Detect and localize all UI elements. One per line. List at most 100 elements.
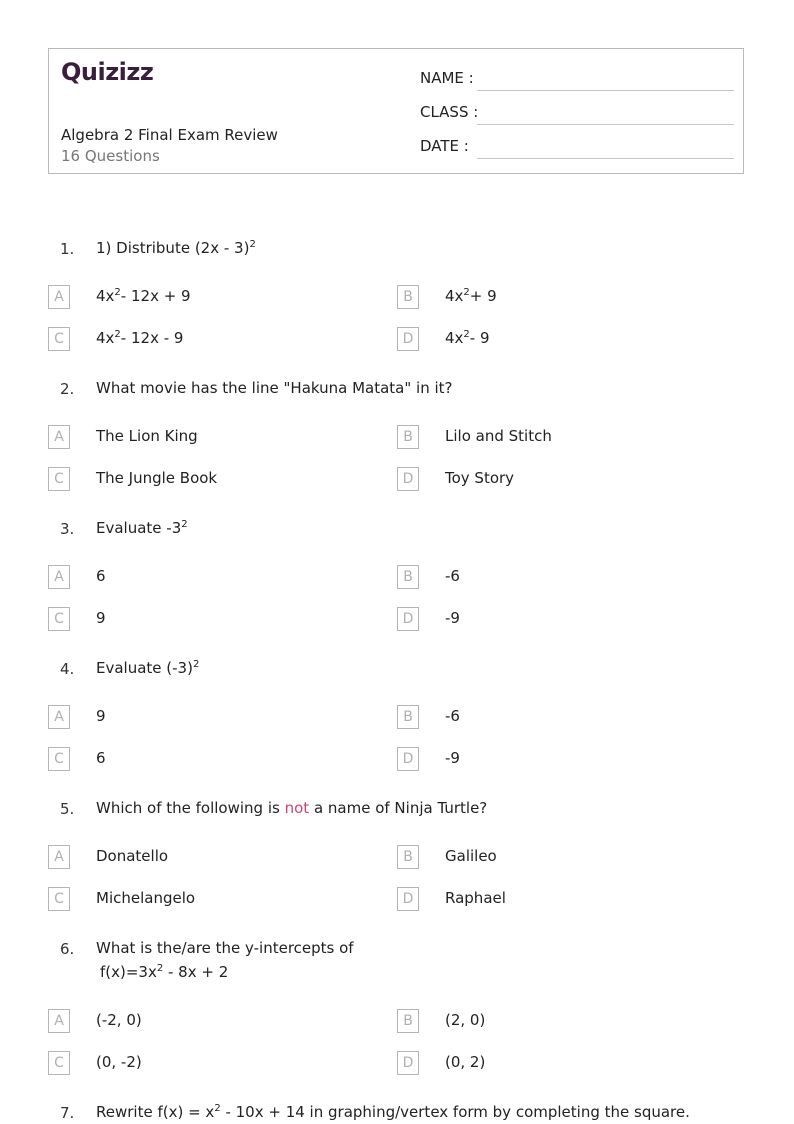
option-letter-box[interactable]: C <box>48 467 70 491</box>
date-input-line[interactable] <box>477 158 734 159</box>
option-letter-box[interactable]: D <box>397 327 419 351</box>
option-letter-box[interactable]: D <box>397 607 419 631</box>
option-text: -6 <box>445 707 460 725</box>
option-text: Michelangelo <box>96 889 195 907</box>
option-text: 9 <box>96 707 106 725</box>
option-text: (0, -2) <box>96 1053 142 1071</box>
name-field[interactable]: NAME : <box>420 67 734 91</box>
text-segment: Lilo and Stitch <box>445 427 552 445</box>
option-text: (-2, 0) <box>96 1011 142 1029</box>
option-letter-box[interactable]: B <box>397 425 419 449</box>
text-segment: a name of Ninja Turtle? <box>309 799 488 817</box>
option-letter-box[interactable]: D <box>397 467 419 491</box>
option-text: Raphael <box>445 889 506 907</box>
option-text: Donatello <box>96 847 168 865</box>
text-segment: (2, 0) <box>445 1011 486 1029</box>
option-letter-box[interactable]: B <box>397 845 419 869</box>
option-text: 6 <box>96 749 106 767</box>
option-letter-box[interactable]: D <box>397 887 419 911</box>
option-text: The Jungle Book <box>96 469 217 487</box>
option-letter-box[interactable]: A <box>48 565 70 589</box>
text-segment: - 8x + 2 <box>163 963 229 981</box>
class-input-line[interactable] <box>477 124 734 125</box>
option-letter-box[interactable]: B <box>397 705 419 729</box>
option-letter-box[interactable]: A <box>48 425 70 449</box>
question-text: Which of the following is not a name of … <box>96 796 487 820</box>
option-text: 4x2- 9 <box>445 329 490 347</box>
emphasis-text: not <box>284 799 310 817</box>
option-letter-box[interactable]: B <box>397 1009 419 1033</box>
name-input-line[interactable] <box>477 90 734 91</box>
class-field[interactable]: CLASS : <box>420 101 734 125</box>
text-segment: 4x <box>96 329 115 347</box>
option-letter-box[interactable]: D <box>397 1051 419 1075</box>
text-segment: -9 <box>445 609 460 627</box>
option-letter-box[interactable]: A <box>48 705 70 729</box>
question-number: 2. <box>60 380 75 398</box>
text-segment: The Jungle Book <box>96 469 218 487</box>
text-segment: Donatello <box>96 847 169 865</box>
date-label: DATE : <box>420 137 469 155</box>
option-text: 4x2+ 9 <box>445 287 497 305</box>
class-label: CLASS : <box>420 103 479 121</box>
text-segment: -9 <box>445 749 460 767</box>
superscript: 2 <box>181 519 188 530</box>
text-segment: Rewrite f(x) = x <box>96 1103 215 1121</box>
option-letter-box[interactable]: A <box>48 285 70 309</box>
text-segment: (-2, 0) <box>96 1011 142 1029</box>
text-segment: Evaluate -3 <box>96 519 182 537</box>
text-segment: 6 <box>96 567 106 585</box>
question-number: 3. <box>60 520 75 538</box>
text-segment: - 9 <box>469 329 490 347</box>
option-letter-box[interactable]: C <box>48 607 70 631</box>
text-segment: Raphael <box>445 889 506 907</box>
text-segment: - 10x + 14 in graphing/vertex form by co… <box>220 1103 690 1121</box>
text-segment: Which of the following is <box>96 799 285 817</box>
quizizz-logo: Quizizz <box>61 58 154 86</box>
text-segment: -6 <box>445 567 460 585</box>
option-text: Toy Story <box>445 469 514 487</box>
question-text: What movie has the line "Hakuna Matata" … <box>96 376 452 400</box>
text-segment: 6 <box>96 749 106 767</box>
option-text: Lilo and Stitch <box>445 427 552 445</box>
option-letter-box[interactable]: B <box>397 285 419 309</box>
option-letter-box[interactable]: D <box>397 747 419 771</box>
option-letter-box[interactable]: B <box>397 565 419 589</box>
text-segment: 1) Distribute (2x - 3) <box>96 239 250 257</box>
option-text: -9 <box>445 749 460 767</box>
option-text: Galileo <box>445 847 497 865</box>
text-segment: 9 <box>96 707 106 725</box>
option-text: The Lion King <box>96 427 198 445</box>
text-segment: What movie has the line "Hakuna Matata" … <box>96 379 453 397</box>
option-text: 4x2- 12x - 9 <box>96 329 183 347</box>
option-letter-box[interactable]: C <box>48 887 70 911</box>
option-text: 6 <box>96 567 106 585</box>
date-field[interactable]: DATE : <box>420 135 734 159</box>
superscript: 2 <box>249 239 256 250</box>
option-text: (2, 0) <box>445 1011 485 1029</box>
question-number: 5. <box>60 800 75 818</box>
text-segment: (0, -2) <box>96 1053 142 1071</box>
superscript: 2 <box>192 659 200 670</box>
question-count: 16 Questions <box>61 147 160 165</box>
question-number: 6. <box>60 940 75 958</box>
text-segment: -6 <box>445 707 460 725</box>
option-text: (0, 2) <box>445 1053 485 1071</box>
text-segment: Michelangelo <box>96 889 196 907</box>
option-letter-box[interactable]: C <box>48 327 70 351</box>
option-letter-box[interactable]: A <box>48 1009 70 1033</box>
text-segment: The Lion King <box>96 427 198 445</box>
text-segment: Galileo <box>445 847 497 865</box>
text-segment: 4x <box>96 287 115 305</box>
text-segment: Toy Story <box>445 469 515 487</box>
question-text: Evaluate (-3)2 <box>96 656 199 680</box>
question-text: Evaluate -32 <box>96 516 188 540</box>
text-segment: + 9 <box>469 287 497 305</box>
text-segment: 4x <box>445 287 464 305</box>
option-text: -9 <box>445 609 460 627</box>
option-text: -6 <box>445 567 460 585</box>
option-letter-box[interactable]: C <box>48 747 70 771</box>
option-letter-box[interactable]: A <box>48 845 70 869</box>
worksheet-title: Algebra 2 Final Exam Review <box>61 126 278 144</box>
option-letter-box[interactable]: C <box>48 1051 70 1075</box>
